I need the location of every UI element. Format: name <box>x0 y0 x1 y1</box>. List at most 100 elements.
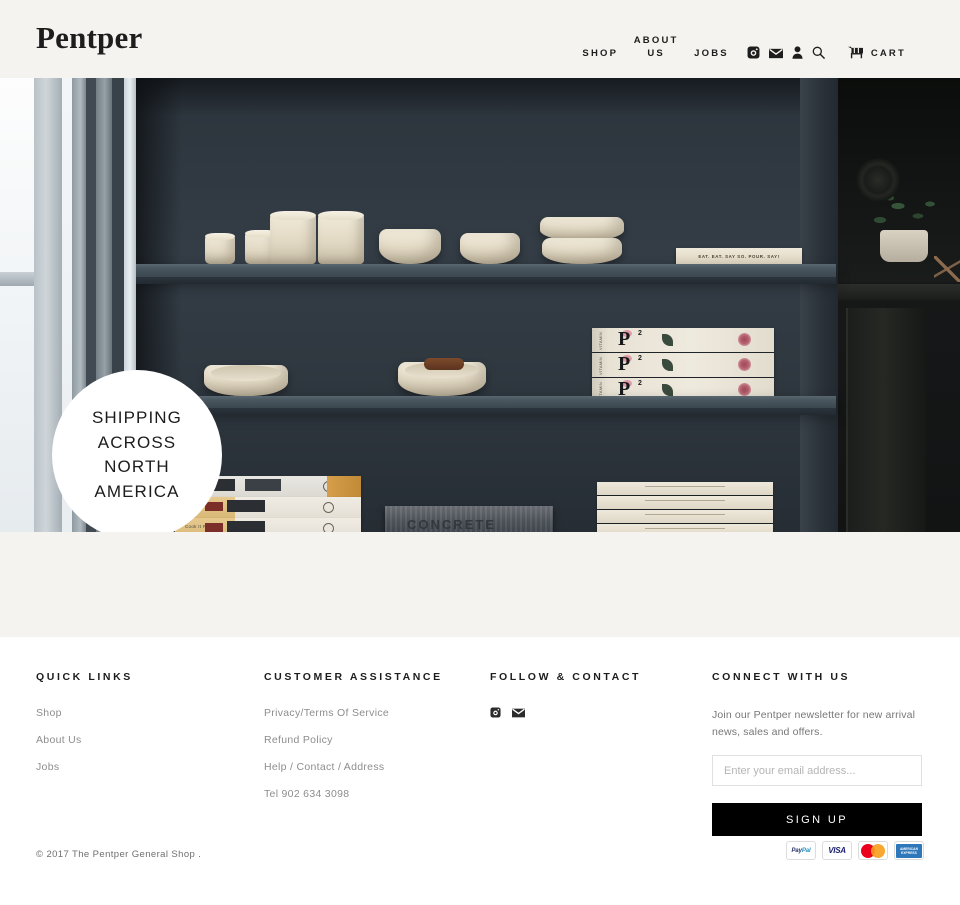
nav-icon-group <box>739 46 825 60</box>
hero-banner[interactable]: EAT. EAT. SAY SO. POUR. SAY! VITAMIN P 2… <box>0 78 960 532</box>
footer-social-row <box>490 707 712 718</box>
amex-badge: AMERICAN EXPRESS <box>894 841 924 860</box>
footer-link-help-contact-address[interactable]: Help / Contact / Address <box>264 761 490 774</box>
footer-heading-quick-links: QUICK LINKS <box>36 671 133 683</box>
cart-button[interactable]: CART <box>825 46 906 60</box>
site-header: Pentper SHOP ABOUT US JOBS CART <box>0 0 960 78</box>
footer-heading-follow-contact: FOLLOW & CONTACT <box>490 671 642 683</box>
book-leaf-3 <box>662 384 673 396</box>
cart-icon <box>847 46 863 59</box>
footer-bottom-bar: © 2017 The Pentper General Shop . PayPal… <box>0 836 960 896</box>
shelf-top-front <box>136 277 836 284</box>
ceramic-canister-rim-1 <box>270 211 316 220</box>
amex-label: AMERICAN EXPRESS <box>900 846 918 855</box>
shipping-badge: SHIPPING ACROSS NORTH AMERICA <box>52 370 222 532</box>
cookbook-accent-3 <box>205 523 223 532</box>
instagram-icon[interactable] <box>490 707 501 718</box>
newsletter-email-input[interactable] <box>712 755 922 786</box>
amex-block: AMERICAN EXPRESS <box>896 843 922 858</box>
ceramic-canister-rim-2 <box>318 211 364 220</box>
cookbook-3: Cook It Raw <box>175 518 361 532</box>
cookbook-ring-2 <box>323 502 334 513</box>
book-leaf-1 <box>662 334 673 346</box>
footer-link-about-us[interactable]: About Us <box>36 734 264 747</box>
paypal-label: PayPal <box>791 847 811 854</box>
footer-column-quick-links: QUICK LINKS Shop About Us Jobs <box>36 671 264 788</box>
cookbook-photo-2 <box>227 500 265 512</box>
book-p2-1: VITAMIN P 2 <box>592 328 774 352</box>
logo[interactable]: Pentper <box>36 22 142 53</box>
cookbook-photo-1b <box>245 479 281 491</box>
ceramic-cup-rim-1 <box>205 233 235 240</box>
cabinet-top-shadow <box>136 78 836 116</box>
fireplace-rosette <box>856 158 900 202</box>
cookbook-photo-3 <box>227 521 265 532</box>
book-sup-1: 2 <box>638 330 642 337</box>
footer-link-privacy-terms[interactable]: Privacy/Terms Of Service <box>264 707 490 720</box>
window-rail <box>0 272 34 286</box>
cabinet-divider <box>800 78 838 532</box>
bowl-interior-1 <box>210 365 282 381</box>
ceramic-bowl-top-4 <box>542 238 622 264</box>
mail-icon[interactable] <box>768 48 783 59</box>
search-icon[interactable] <box>812 46 825 59</box>
nav-link-jobs[interactable]: JOBS <box>684 47 739 60</box>
badge-line-2: ACROSS <box>97 432 177 452</box>
main-navigation: SHOP ABOUT US JOBS CART <box>572 20 906 60</box>
visa-label: VISA <box>828 846 846 855</box>
book-letter-1: P <box>618 328 631 350</box>
book-flower-1 <box>738 333 751 346</box>
site-footer: QUICK LINKS Shop About Us Jobs CUSTOMER … <box>0 637 960 836</box>
ceramic-canister-1 <box>270 214 316 264</box>
right-book-3 <box>597 510 773 523</box>
book-concrete: CONCRETE <box>385 506 553 532</box>
cart-label: CART <box>870 48 906 59</box>
book-concrete-title: CONCRETE <box>407 517 496 532</box>
newsletter-signup-button[interactable]: SIGN UP <box>712 803 922 836</box>
badge-line-4: AMERICA <box>94 481 180 501</box>
mail-icon[interactable] <box>512 708 525 718</box>
footer-link-telephone[interactable]: Tel 902 634 3098 <box>264 788 490 801</box>
cookbook-ring-3 <box>323 523 334 532</box>
footer-columns: QUICK LINKS Shop About Us Jobs CUSTOMER … <box>36 671 924 836</box>
shelf-sign-text: EAT. EAT. SAY SO. POUR. SAY! <box>698 253 780 259</box>
shelf-middle-front <box>136 408 836 415</box>
right-book-2 <box>597 496 773 509</box>
right-book-4 <box>597 524 773 532</box>
footer-column-customer-assistance: CUSTOMER ASSISTANCE Privacy/Terms Of Ser… <box>264 671 490 815</box>
ceramic-bowl-mid-1 <box>204 365 288 396</box>
newsletter-description: Join our Pentper newsletter for new arri… <box>712 709 916 738</box>
footer-link-refund-policy[interactable]: Refund Policy <box>264 734 490 747</box>
fireplace-panel <box>846 308 926 532</box>
nav-link-shop[interactable]: SHOP <box>572 47 628 60</box>
copyright-text: © 2017 The Pentper General Shop . <box>36 849 202 860</box>
footer-column-follow-contact: FOLLOW & CONTACT <box>490 671 712 718</box>
right-book-1 <box>597 482 773 495</box>
book-spine-label-2: VITAMIN <box>598 356 603 375</box>
instagram-icon[interactable] <box>747 46 760 59</box>
nav-link-about-us[interactable]: ABOUT US <box>628 34 684 60</box>
ceramic-canister-2 <box>318 214 364 264</box>
book-letter-2: P <box>618 353 631 375</box>
book-sup-2: 2 <box>638 355 642 362</box>
account-icon[interactable] <box>792 46 803 59</box>
book-stack-right <box>597 482 773 532</box>
footer-link-shop[interactable]: Shop <box>36 707 264 720</box>
ceramic-cup-small-1 <box>205 236 235 264</box>
visa-badge: VISA <box>822 841 852 860</box>
book-leaf-2 <box>662 359 673 371</box>
badge-line-3: NORTH <box>104 457 170 476</box>
fireplace-mantel <box>838 284 960 300</box>
fruit-in-bowl <box>424 358 464 370</box>
plant-pot <box>880 230 928 262</box>
shelf-sign: EAT. EAT. SAY SO. POUR. SAY! <box>676 248 802 264</box>
payment-methods: PayPal VISA AMERICAN EXPRESS <box>786 841 924 860</box>
mastercard-badge <box>858 841 888 860</box>
ceramic-bowl-top-2 <box>460 233 520 264</box>
cabinet-backing <box>136 78 836 532</box>
footer-link-jobs[interactable]: Jobs <box>36 761 264 774</box>
footer-heading-connect: CONNECT WITH US <box>712 671 851 683</box>
shelf-middle <box>136 396 836 408</box>
book-flower-2 <box>738 358 751 371</box>
footer-column-connect: CONNECT WITH US Join our Pentper newslet… <box>712 671 924 836</box>
